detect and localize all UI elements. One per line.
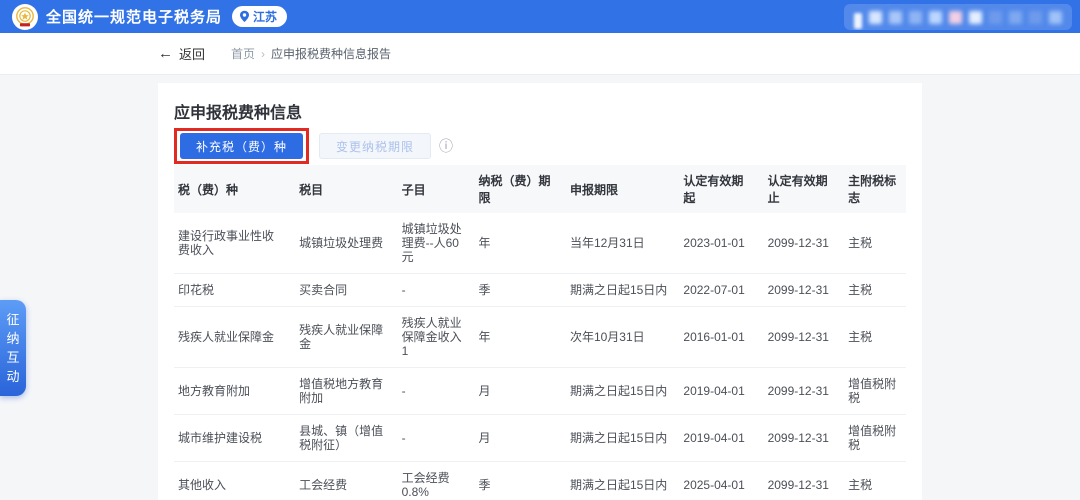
table-cell: 2016-01-01 — [675, 306, 760, 368]
table-cell: 买卖合同 — [291, 273, 394, 307]
table-header: 税（费）种 税目 子目 纳税（费）期限 申报期限 认定有效期起 认定有效期止 主… — [174, 165, 906, 213]
col-tax-item: 税目 — [291, 165, 394, 213]
table-cell: 2099-12-31 — [759, 306, 841, 368]
red-annotation-box: 补充税（费）种 — [174, 128, 310, 164]
app-title: 全国统一规范电子税务局 — [46, 9, 223, 26]
table-cell: 主税 — [840, 273, 906, 307]
breadcrumb-home[interactable]: 首页 — [231, 45, 255, 62]
table-cell: 2099-12-31 — [759, 367, 841, 415]
interaction-side-tab[interactable]: 征纳互动 — [0, 300, 26, 396]
table-row: 城市维护建设税 县城、镇（增值税附征） - 月期满之日起15日内 2019-04-01 2… — [174, 414, 906, 462]
table-cell: 期满之日起15日内 — [561, 414, 676, 462]
side-tab-label: 征纳互动 — [6, 312, 20, 384]
table-cell: 主税 — [840, 306, 906, 368]
info-icon[interactable]: ⓘ — [439, 139, 453, 153]
table-cell: 月 — [470, 414, 562, 462]
breadcrumb-current: 应申报税费种信息报告 — [271, 47, 392, 61]
table-cell: 残疾人就业保障金 — [174, 306, 292, 368]
table-cell: 月 — [470, 367, 562, 415]
table-row: 建设行政事业性收费收入 城镇垃圾处理费 城镇垃圾处理费--人60元年当年12月31日… — [174, 213, 906, 274]
table-cell: 2019-04-01 — [675, 367, 760, 415]
back-button[interactable]: ← 返回 — [158, 44, 205, 63]
table-cell: 残疾人就业保障金收入1 — [393, 306, 471, 368]
table-cell: 2099-12-31 — [759, 414, 841, 462]
table-cell: 2022-07-01 — [675, 273, 760, 307]
table-row: 其他收入 工会经费 工会经费 0.8% 季期满之日起15日内 2025-04-01 209… — [174, 461, 906, 500]
col-valid-from: 认定有效期起 — [675, 165, 760, 213]
table-cell: 县城、镇（增值税附征） — [291, 414, 394, 462]
col-main-flag: 主附税标志 — [840, 165, 906, 213]
col-tax-period: 纳税（费）期限 — [470, 165, 562, 213]
table-cell: 其他收入 — [174, 461, 292, 500]
table-cell: 增值税附税 — [840, 367, 906, 415]
table-cell: 当年12月31日 — [561, 213, 676, 274]
table-cell: 季 — [470, 273, 562, 307]
region-badge[interactable]: 江苏 — [232, 6, 288, 27]
table-cell: 残疾人就业保障金 — [291, 306, 394, 368]
table-cell: 2099-12-31 — [759, 213, 841, 274]
location-pin-icon — [240, 10, 250, 22]
table-cell: 期满之日起15日内 — [561, 461, 676, 500]
table-cell: 年 — [470, 213, 562, 274]
table-cell: 城市维护建设税 — [174, 414, 292, 462]
table-cell: 增值税附税 — [840, 414, 906, 462]
table-cell: 2023-01-01 — [675, 213, 760, 274]
table-body: 建设行政事业性收费收入 城镇垃圾处理费 城镇垃圾处理费--人60元年当年12月31日… — [174, 213, 906, 500]
region-label: 江苏 — [253, 10, 278, 24]
table-cell: 期满之日起15日内 — [561, 273, 676, 307]
tax-types-table: 税（费）种 税目 子目 纳税（费）期限 申报期限 认定有效期起 认定有效期止 主… — [174, 165, 906, 500]
col-tax-type: 税（费）种 — [174, 165, 292, 213]
table-cell: - — [393, 414, 471, 462]
table-cell: - — [393, 367, 471, 415]
table-cell: 增值税地方教育附加 — [291, 367, 394, 415]
app-header: 全国统一规范电子税务局 江苏 — [0, 0, 1080, 33]
breadcrumb-bar: ← 返回 首页 › 应申报税费种信息报告 — [0, 33, 1080, 75]
table-cell: 2099-12-31 — [759, 273, 841, 307]
tax-bureau-logo-icon — [12, 3, 38, 30]
table-cell: 地方教育附加 — [174, 367, 292, 415]
user-info-redacted — [844, 4, 1072, 30]
table-cell: 年 — [470, 306, 562, 368]
back-arrow-icon: ← — [158, 45, 173, 62]
change-tax-period-button: 变更纳税期限 — [319, 133, 432, 159]
table-cell: 城镇垃圾处理费--人60元 — [393, 213, 471, 274]
table-cell: 2025-04-01 — [675, 461, 760, 500]
breadcrumb: 首页 › 应申报税费种信息报告 — [231, 45, 391, 62]
table-cell: 工会经费 0.8% — [393, 461, 471, 500]
table-cell: - — [393, 273, 471, 307]
table-row: 残疾人就业保障金 残疾人就业保障金 残疾人就业保障金收入1 年次年10月31日 2016… — [174, 306, 906, 368]
back-label: 返回 — [179, 47, 206, 62]
supplement-tax-type-button[interactable]: 补充税（费）种 — [180, 133, 304, 159]
table-cell: 2099-12-31 — [759, 461, 841, 500]
table-row: 印花税 买卖合同 - 季期满之日起15日内 2022-07-01 2099-12-31 主税 — [174, 273, 906, 307]
col-valid-to: 认定有效期止 — [759, 165, 841, 213]
table-cell: 季 — [470, 461, 562, 500]
table-cell: 工会经费 — [291, 461, 394, 500]
table-cell: 建设行政事业性收费收入 — [174, 213, 292, 274]
table-cell: 印花税 — [174, 273, 292, 307]
col-filing-deadline: 申报期限 — [561, 165, 676, 213]
table-cell: 城镇垃圾处理费 — [291, 213, 394, 274]
action-buttons-row: 补充税（费）种 变更纳税期限 ⓘ — [174, 128, 906, 164]
main-panel: 应申报税费种信息 补充税（费）种 变更纳税期限 ⓘ 税（费）种 税目 子目 纳税… — [158, 83, 922, 500]
table-cell: 主税 — [840, 213, 906, 274]
table-cell: 主税 — [840, 461, 906, 500]
table-cell: 次年10月31日 — [561, 306, 676, 368]
page-title: 应申报税费种信息 — [174, 105, 303, 122]
table-cell: 期满之日起15日内 — [561, 367, 676, 415]
col-sub-item: 子目 — [393, 165, 471, 213]
table-cell: 2019-04-01 — [675, 414, 760, 462]
table-row: 地方教育附加 增值税地方教育附加 - 月期满之日起15日内 2019-04-01 2099… — [174, 367, 906, 415]
breadcrumb-separator: › — [261, 46, 266, 61]
